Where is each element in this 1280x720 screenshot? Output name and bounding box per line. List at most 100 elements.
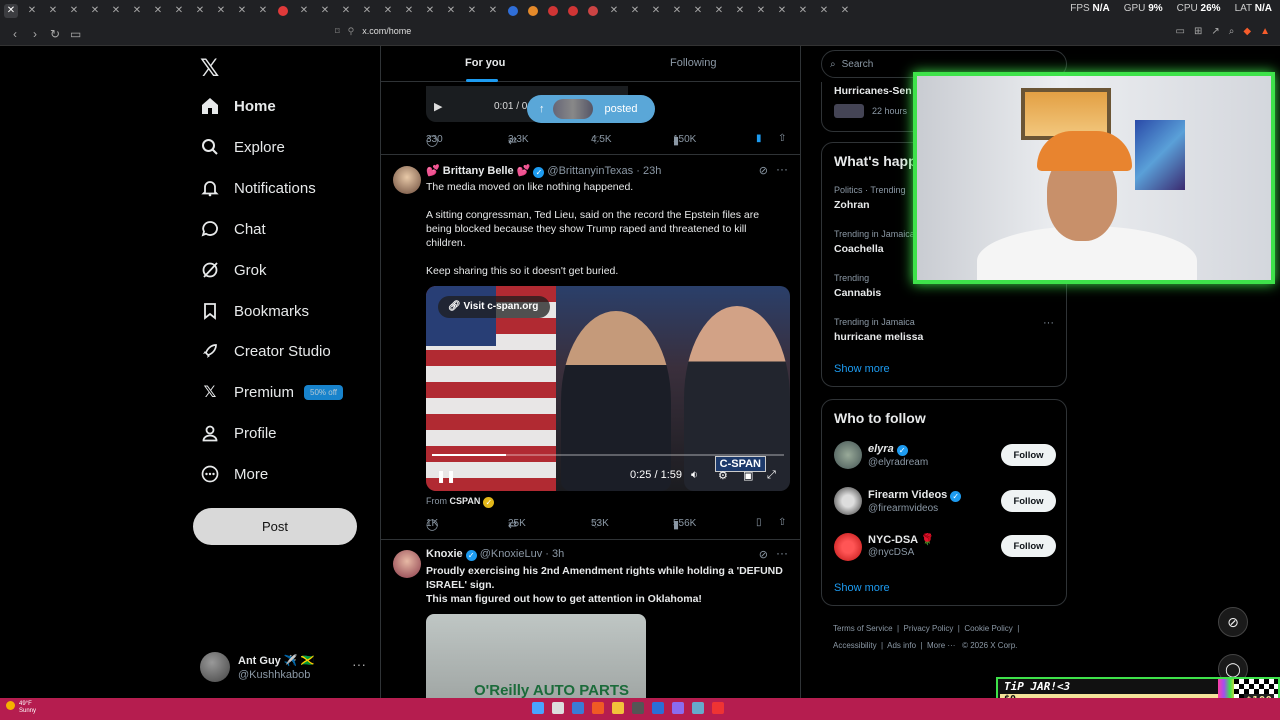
follow-button[interactable]: Follow (1001, 535, 1056, 557)
bookmark-icon[interactable]: ▯ (756, 517, 762, 528)
tab-close-icon[interactable]: ✕ (733, 4, 747, 18)
back-icon[interactable]: ‹ (10, 27, 20, 41)
tab-close-icon[interactable]: ✕ (607, 4, 621, 18)
more-icon[interactable]: ··· (776, 546, 788, 560)
active-tab-close-icon[interactable]: ✕ (4, 4, 18, 18)
sidebar-toggle-icon[interactable]: ▭ (70, 27, 81, 41)
tab-close-icon[interactable]: ✕ (381, 4, 395, 18)
more-icon[interactable]: ··· (1043, 317, 1054, 329)
tab-close-icon[interactable]: ✕ (235, 4, 249, 18)
play-icon[interactable]: ▶ (434, 100, 442, 113)
avatar[interactable] (393, 550, 421, 578)
tweet-time[interactable]: · 23h (636, 165, 661, 177)
tab-close-icon[interactable]: ✕ (109, 4, 123, 18)
nav-chat[interactable]: Chat (200, 214, 266, 244)
follow-button[interactable]: Follow (1001, 490, 1056, 512)
tab-close-icon[interactable]: ✕ (691, 4, 705, 18)
tab-close-icon[interactable]: ✕ (423, 4, 437, 18)
more-icon[interactable]: ··· (352, 656, 366, 672)
nav-home[interactable]: Home (200, 91, 276, 121)
suggestion-name[interactable]: Firearm Videos ✓ (868, 489, 964, 502)
tab-close-icon[interactable]: ✕ (444, 4, 458, 18)
tab-close-icon[interactable]: ✕ (339, 4, 353, 18)
tab-close-icon[interactable]: ✕ (297, 4, 311, 18)
translate-icon[interactable]: ⊞ (1194, 26, 1202, 37)
nav-premium[interactable]: 𝕏 Premium 50% off (200, 377, 343, 407)
footer-link[interactable]: Accessibility (833, 641, 877, 650)
brave-shield-icon[interactable]: ◆ (1243, 26, 1251, 37)
from-source[interactable]: CSPAN (450, 496, 481, 506)
tab-close-icon[interactable]: ✕ (46, 4, 60, 18)
tab-close-icon[interactable]: ✕ (67, 4, 81, 18)
tab-favicon[interactable] (588, 6, 598, 16)
nav-creator-studio[interactable]: Creator Studio (200, 336, 331, 366)
tab-favicon[interactable] (278, 6, 288, 16)
forward-icon[interactable]: › (30, 27, 40, 41)
tab-close-icon[interactable]: ✕ (130, 4, 144, 18)
zoom-icon[interactable]: ⌕ (1229, 26, 1235, 37)
more-icon[interactable]: ··· (776, 162, 788, 176)
account-switcher[interactable]: Ant Guy ✈️ 🇯🇲 @Kushhkabob ··· (200, 650, 370, 684)
screen-icon[interactable]: ▭ (1176, 26, 1185, 37)
tab-close-icon[interactable]: ✕ (402, 4, 416, 18)
obs-icon[interactable] (632, 702, 644, 714)
tab-close-icon[interactable]: ✕ (360, 4, 374, 18)
tab-close-icon[interactable]: ✕ (486, 4, 500, 18)
x-logo-icon[interactable]: 𝕏 (200, 54, 219, 83)
tab-favicon[interactable] (548, 6, 558, 16)
address-bar[interactable]: ⌑ ⚲ x.com/home (335, 26, 411, 37)
new-posts-pill[interactable]: ↑ posted (527, 95, 655, 123)
grok-icon[interactable]: ⊘ (759, 548, 768, 561)
nav-more[interactable]: More (200, 459, 268, 489)
video-progress[interactable] (432, 454, 784, 456)
folder-icon[interactable] (612, 702, 624, 714)
tab-favicon[interactable] (568, 6, 578, 16)
trend-name[interactable]: Coachella (834, 243, 884, 255)
tab-close-icon[interactable]: ✕ (151, 4, 165, 18)
footer-link[interactable]: Privacy Policy (904, 624, 954, 633)
tweet-image[interactable]: O'Reilly AUTO PARTS (426, 614, 646, 698)
pip-icon[interactable]: ▣ (743, 469, 753, 482)
tab-following[interactable]: Following (670, 57, 716, 69)
grok-icon[interactable]: ⊘ (1218, 607, 1248, 637)
post-button[interactable]: Post (193, 508, 357, 545)
tab-close-icon[interactable]: ✕ (670, 4, 684, 18)
nav-bookmarks[interactable]: Bookmarks (200, 296, 309, 326)
tab-close-icon[interactable]: ✕ (649, 4, 663, 18)
tab-close-icon[interactable]: ✕ (318, 4, 332, 18)
follow-button[interactable]: Follow (1001, 444, 1056, 466)
show-more-link[interactable]: Show more (834, 582, 890, 594)
nav-profile[interactable]: Profile (200, 418, 277, 448)
steam-icon[interactable] (572, 702, 584, 714)
reload-icon[interactable]: ↻ (50, 27, 60, 41)
search-icon[interactable] (552, 702, 564, 714)
avatar[interactable] (834, 533, 862, 561)
chrome-icon[interactable] (712, 702, 724, 714)
tab-close-icon[interactable]: ✕ (775, 4, 789, 18)
author-name[interactable]: Knoxie (426, 548, 463, 560)
tab-for-you[interactable]: For you (465, 57, 505, 69)
nav-explore[interactable]: Explore (200, 132, 285, 162)
tab-close-icon[interactable]: ✕ (465, 4, 479, 18)
tab-close-icon[interactable]: ✕ (712, 4, 726, 18)
tab-close-icon[interactable]: ✕ (88, 4, 102, 18)
tab-close-icon[interactable]: ✕ (796, 4, 810, 18)
trend-name[interactable]: Cannabis (834, 287, 881, 299)
pause-icon[interactable]: ❚❚ (436, 469, 456, 483)
tweet-time[interactable]: · 3h (545, 548, 564, 560)
fullscreen-icon[interactable]: ⤢ (767, 469, 776, 482)
settings-icon[interactable]: ⚙︎ (718, 469, 728, 482)
bookmark-icon[interactable]: ▮ (756, 133, 762, 144)
avatar[interactable] (393, 166, 421, 194)
tab-favicon[interactable] (508, 6, 518, 16)
site-info-icon[interactable]: ⚲ (348, 26, 355, 36)
tab-close-icon[interactable]: ✕ (838, 4, 852, 18)
trend-name[interactable]: hurricane melissa (834, 331, 923, 343)
discord-icon[interactable] (672, 702, 684, 714)
author-handle[interactable]: @KnoxieLuv (480, 548, 543, 560)
share-icon[interactable]: ⇧ (778, 133, 786, 144)
brave-icon[interactable] (592, 702, 604, 714)
share-icon[interactable]: ↗ (1211, 26, 1219, 37)
share-icon[interactable]: ⇧ (778, 517, 786, 528)
footer-link[interactable]: Cookie Policy (964, 624, 1012, 633)
